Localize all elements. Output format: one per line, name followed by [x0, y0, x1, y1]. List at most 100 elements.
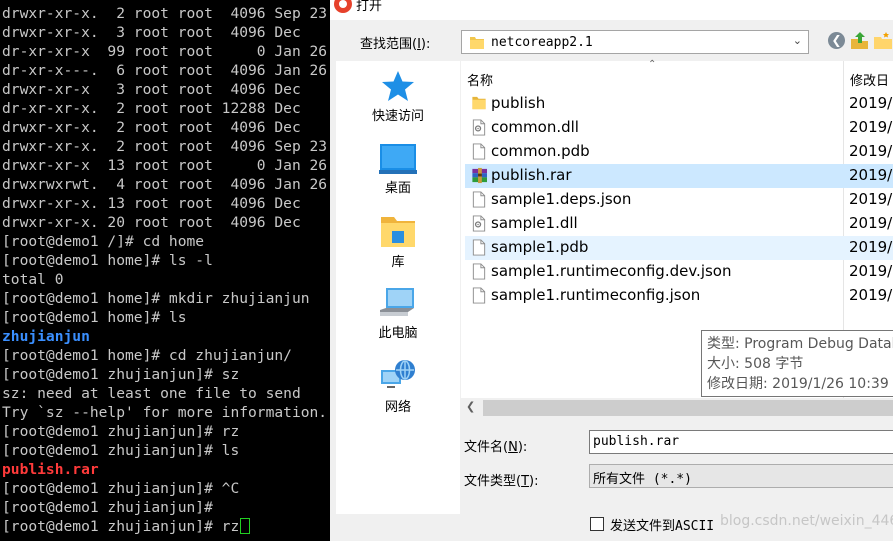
- file-name-input[interactable]: publish.rar: [589, 430, 893, 454]
- scroll-left-icon[interactable]: ❮: [466, 400, 475, 413]
- file-icon: [472, 287, 486, 304]
- dialog-title: 打开: [356, 0, 383, 14]
- look-in-value: netcoreapp2.1: [491, 35, 593, 50]
- terminal-line: total 0: [2, 271, 64, 288]
- look-in-label: 查找范围(I):: [360, 37, 431, 52]
- file-name: sample1.runtimeconfig.dev.json: [491, 262, 732, 280]
- library-icon: [381, 217, 415, 247]
- watermark-text: blog.csdn.net/weixin_44621261: [720, 513, 893, 529]
- file-date: 2019/: [849, 262, 893, 280]
- file-icon: [472, 263, 486, 280]
- network-icon: [381, 360, 415, 388]
- folder-icon: [470, 37, 484, 49]
- terminal-line: drwxrwxrwt. 4 root root 4096 Jan 26: [2, 176, 328, 193]
- file-date: 2019/: [849, 166, 893, 184]
- terminal-line: drwxr-xr-x 13 root root 0 Jan 26: [2, 157, 328, 174]
- terminal-line: [root@demo1 home]# ls: [2, 309, 187, 326]
- file-date: 2019/: [849, 190, 893, 208]
- file-name: sample1.dll: [491, 214, 578, 232]
- terminal-cursor: [240, 518, 251, 534]
- terminal-line: publish.rar: [2, 461, 99, 478]
- file-row[interactable]: publish.rar 2019/: [465, 164, 893, 188]
- terminal-line: zhujianjun: [2, 328, 90, 345]
- file-row[interactable]: sample1.deps.json 2019/: [465, 188, 893, 212]
- terminal-line: [root@demo1 zhujianjun]# ls: [2, 442, 240, 459]
- file-name: sample1.pdb: [491, 238, 589, 256]
- open-file-dialog: 打开 查找范围(I): netcoreapp2.1 ⌄ ❮ 快速访问 桌面 库 …: [330, 0, 893, 541]
- file-date: 2019/: [849, 238, 893, 256]
- place-libraries[interactable]: 库: [336, 213, 460, 270]
- terminal-line: [root@demo1 zhujianjun]# rz: [2, 423, 240, 440]
- file-row[interactable]: sample1.pdb 2019/: [465, 236, 893, 260]
- file-date: 2019/: [849, 286, 893, 304]
- star-icon: [382, 71, 414, 101]
- column-header: 名称 ⌃ 修改日: [461, 59, 893, 398]
- place-network[interactable]: 网络: [336, 358, 460, 415]
- file-date: 2019/: [849, 94, 893, 112]
- column-name[interactable]: 名称: [467, 70, 493, 89]
- scroll-thumb[interactable]: [483, 400, 893, 416]
- up-folder-button[interactable]: [850, 31, 870, 51]
- dll-icon: [472, 215, 486, 232]
- app-logo-icon: [334, 0, 352, 13]
- file-row[interactable]: sample1.runtimeconfig.dev.json 2019/: [465, 260, 893, 284]
- tooltip-type: 类型: Program Debug Database: [707, 336, 893, 352]
- terminal-line: [root@demo1 home]# cd zhujianjun/: [2, 347, 292, 364]
- new-folder-icon: [874, 32, 892, 49]
- terminal-line: [root@demo1 zhujianjun]# sz: [2, 366, 240, 383]
- terminal-line: drwxr-xr-x. 2 root root 4096 Sep 23: [2, 5, 328, 22]
- back-button[interactable]: ❮: [827, 31, 847, 51]
- look-in-dropdown[interactable]: netcoreapp2.1 ⌄: [461, 30, 809, 54]
- terminal-line: [root@demo1 zhujianjun]# rz: [2, 517, 330, 536]
- terminal-line: sz: need at least one file to send: [2, 385, 301, 402]
- file-row[interactable]: publish 2019/: [465, 92, 893, 116]
- terminal-line: drwxr-xr-x 3 root root 4096 Dec: [2, 81, 301, 98]
- file-name: sample1.runtimeconfig.json: [491, 286, 701, 304]
- terminal-line: dr-xr-xr-x. 2 root root 12288 Dec: [2, 100, 301, 117]
- terminal-line: drwxr-xr-x. 2 root root 4096 Dec: [2, 119, 301, 136]
- place-this-pc[interactable]: 此电脑: [336, 286, 460, 341]
- file-date: 2019/: [849, 142, 893, 160]
- file-name: publish.rar: [491, 166, 572, 184]
- terminal-line: drwxr-xr-x. 3 root root 4096 Dec: [2, 24, 301, 41]
- sort-up-icon: ⌃: [648, 59, 657, 70]
- send-ascii-label: 发送文件到ASCII: [610, 519, 715, 534]
- horizontal-scrollbar[interactable]: ❮: [461, 398, 893, 418]
- file-name: publish: [491, 94, 546, 112]
- tooltip-modified: 修改日期: 2019/1/26 10:39: [707, 376, 889, 392]
- terminal-line: drwxr-xr-x. 2 root root 4096 Sep 23: [2, 138, 328, 155]
- terminal-line: dr-xr-x---. 6 root root 4096 Jan 26: [2, 62, 328, 79]
- terminal-line: [root@demo1 zhujianjun]#: [2, 499, 213, 516]
- place-desktop[interactable]: 桌面: [336, 143, 460, 196]
- up-folder-icon: [851, 32, 868, 49]
- desktop-icon: [379, 144, 417, 174]
- dll-icon: [472, 119, 486, 136]
- file-date: 2019/: [849, 118, 893, 136]
- file-row[interactable]: sample1.runtimeconfig.json 2019/: [465, 284, 893, 308]
- file-icon: [472, 191, 486, 208]
- terminal-window[interactable]: drwxr-xr-x. 2 root root 4096 Sep 23 drwxr…: [0, 0, 330, 541]
- file-list[interactable]: 名称 ⌃ 修改日 publish 2019/common.dll 2019/comm…: [461, 59, 893, 398]
- file-name: sample1.deps.json: [491, 190, 632, 208]
- terminal-line: drwxr-xr-x. 13 root root 4096 Dec: [2, 195, 301, 212]
- place-quick-access[interactable]: 快速访问: [336, 69, 460, 124]
- file-type-label: 文件类型(T):: [464, 474, 539, 489]
- file-name-label: 文件名(N):: [464, 440, 528, 455]
- file-name: common.dll: [491, 118, 579, 136]
- file-tooltip: 类型: Program Debug Database 大小: 508 字节 修改…: [701, 330, 893, 397]
- column-date-modified[interactable]: 修改日: [850, 70, 889, 89]
- file-row[interactable]: common.dll 2019/: [465, 116, 893, 140]
- file-row[interactable]: sample1.dll 2019/: [465, 212, 893, 236]
- file-type-select[interactable]: 所有文件 (*.*): [589, 464, 893, 488]
- computer-icon: [380, 288, 414, 316]
- file-icon: [472, 239, 486, 256]
- terminal-line: [root@demo1 /]# cd home: [2, 233, 205, 250]
- folder-icon: [472, 96, 486, 110]
- file-row[interactable]: common.pdb 2019/: [465, 140, 893, 164]
- terminal-line: [root@demo1 home]# mkdir zhujianjun: [2, 290, 310, 307]
- new-folder-button[interactable]: [873, 31, 893, 51]
- file-icon: [472, 143, 486, 160]
- send-ascii-checkbox[interactable]: [590, 517, 604, 531]
- terminal-line: drwxr-xr-x. 20 root root 4096 Dec: [2, 214, 301, 231]
- file-name: common.pdb: [491, 142, 590, 160]
